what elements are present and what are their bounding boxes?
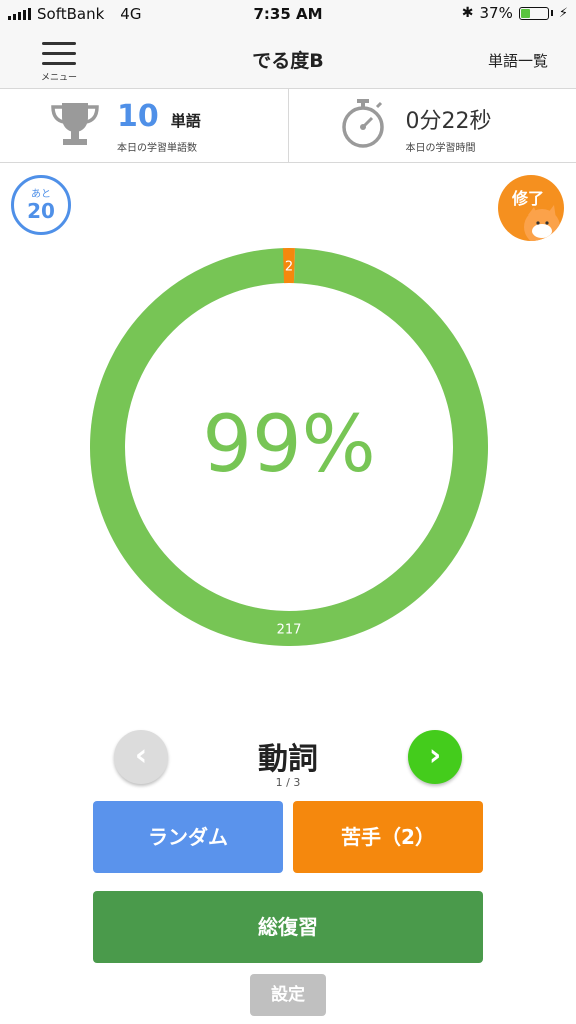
- trophy-icon: [51, 103, 99, 145]
- ring-label-known: 217: [277, 623, 302, 638]
- full-review-button[interactable]: 総復習: [93, 891, 483, 963]
- battery-fill: [520, 8, 531, 18]
- time-stat: 0分22秒 本日の学習時間: [289, 89, 576, 162]
- bluetooth-icon: ✱: [461, 5, 474, 21]
- time-value: 0分22秒: [405, 109, 492, 134]
- time-caption: 本日の学習時間: [405, 143, 476, 154]
- words-caption: 本日の学習単語数: [117, 143, 197, 154]
- words-unit: 単語: [170, 112, 201, 130]
- nav-bar: メニュー でる度B 単語一覧: [0, 30, 576, 89]
- battery-tip: [550, 10, 553, 16]
- words-stat: 10 単語 本日の学習単語数: [0, 89, 289, 162]
- remaining-prefix: あと: [31, 189, 51, 200]
- remaining-badge: あと 20: [11, 175, 71, 235]
- words-count: 10: [117, 99, 159, 134]
- percent-label: 99%: [202, 400, 376, 490]
- weak-words-button[interactable]: 苦手（2）: [293, 801, 483, 873]
- random-button[interactable]: ランダム: [93, 801, 283, 873]
- category-page: 1 / 3: [275, 776, 301, 789]
- category-title: 動詞: [258, 742, 318, 777]
- ring-label-weak: 2: [285, 260, 293, 275]
- charging-icon: ⚡: [558, 5, 568, 21]
- stopwatch-icon: [341, 99, 384, 148]
- settings-button[interactable]: 設定: [250, 974, 326, 1016]
- stats-panel: 10 単語 本日の学習単語数 0分22秒 本日の学習時間: [0, 89, 576, 163]
- status-bar: SoftBank 4G 7:35 AM ✱ 37% ⚡: [0, 0, 576, 30]
- completed-label: 修了: [512, 189, 545, 208]
- next-category-button[interactable]: ›: [408, 730, 462, 784]
- battery-percent: 37%: [479, 4, 513, 22]
- battery-icon: [518, 6, 549, 20]
- remaining-count: 20: [27, 199, 55, 223]
- word-list-button[interactable]: 単語一覧: [488, 50, 548, 71]
- completed-badge[interactable]: 修了: [498, 175, 564, 241]
- chevron-right-icon: ›: [428, 738, 442, 773]
